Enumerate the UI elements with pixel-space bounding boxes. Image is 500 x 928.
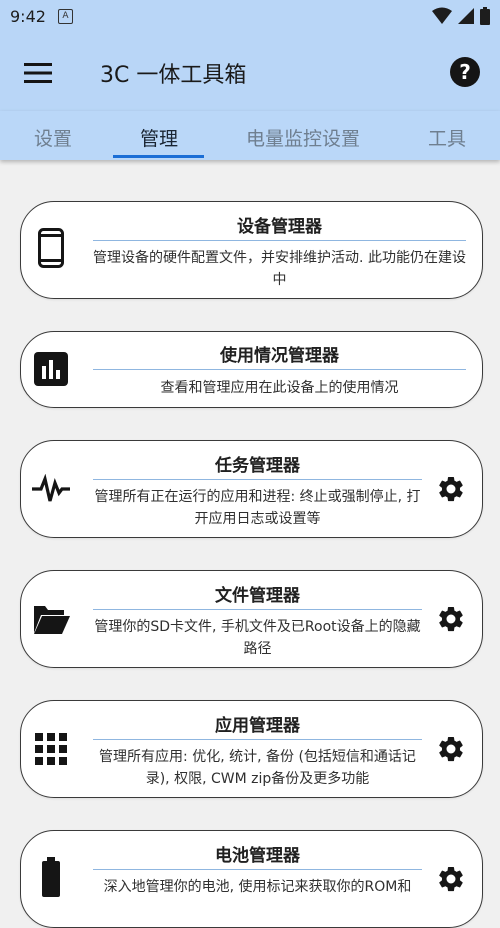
file-manager-card[interactable]: 文件管理器 管理你的SD卡文件, 手机文件及已Root设备上的隐藏路径 [20, 570, 483, 668]
tab-bar: 设置 管理 电量监控设置 工具 [0, 111, 500, 160]
card-title: 设备管理器 [237, 217, 322, 237]
card-title: 应用管理器 [215, 716, 300, 736]
app-title: 3C 一体工具箱 [100, 63, 247, 88]
active-tab-indicator [113, 155, 204, 158]
pulse-icon [31, 469, 71, 509]
card-description: 管理所有应用: 优化, 统计, 备份 (包括短信和通话记录), 权限, CWM … [99, 749, 416, 787]
status-time: 9:42 [10, 7, 46, 26]
menu-icon[interactable] [24, 62, 52, 84]
settings-gear-icon[interactable] [434, 862, 468, 896]
tab-settings[interactable]: 设置 [34, 124, 72, 151]
notification-a-icon: A [57, 9, 73, 24]
card-title: 电池管理器 [215, 846, 300, 866]
card-divider [93, 240, 466, 241]
battery-manager-card[interactable]: 电池管理器 深入地管理你的电池, 使用标记来获取你的ROM和 [20, 830, 483, 928]
signal-icon [458, 8, 474, 24]
card-divider [93, 739, 422, 740]
app-manager-card[interactable]: 应用管理器 管理所有应用: 优化, 统计, 备份 (包括短信和通话记录), 权限… [20, 700, 483, 798]
tab-manage[interactable]: 管理 [140, 124, 178, 151]
card-title: 任务管理器 [215, 456, 300, 476]
status-icons [432, 7, 490, 25]
app-bar: 3C 一体工具箱 ? [0, 33, 500, 111]
manager-list: 设备管理器 管理设备的硬件配置文件，并安排维护活动. 此功能仍在建设中 使用情况… [0, 160, 500, 928]
grid-icon [31, 729, 71, 769]
status-bar: 9:42 A [0, 0, 500, 33]
battery-icon [480, 7, 490, 25]
usage-manager-card[interactable]: 使用情况管理器 查看和管理应用在此设备上的使用情况 [20, 331, 483, 408]
tab-power-monitor-settings[interactable]: 电量监控设置 [246, 124, 360, 151]
card-description: 管理你的SD卡文件, 手机文件及已Root设备上的隐藏路径 [94, 619, 421, 657]
phone-icon [31, 228, 71, 268]
card-divider [93, 369, 466, 370]
card-description: 管理所有正在运行的应用和进程: 终止或强制停止, 打开应用日志或设置等 [94, 489, 421, 527]
folder-icon [31, 599, 71, 639]
settings-gear-icon[interactable] [434, 732, 468, 766]
battery-icon [31, 857, 71, 897]
help-icon[interactable]: ? [450, 57, 480, 87]
card-divider [93, 609, 422, 610]
card-description: 查看和管理应用在此设备上的使用情况 [160, 380, 399, 396]
card-title: 使用情况管理器 [220, 346, 339, 366]
tab-tools[interactable]: 工具 [428, 124, 466, 151]
settings-gear-icon[interactable] [434, 472, 468, 506]
settings-gear-icon[interactable] [434, 602, 468, 636]
bar-chart-icon [31, 349, 71, 389]
device-manager-card[interactable]: 设备管理器 管理设备的硬件配置文件，并安排维护活动. 此功能仍在建设中 [20, 201, 483, 299]
task-manager-card[interactable]: 任务管理器 管理所有正在运行的应用和进程: 终止或强制停止, 打开应用日志或设置… [20, 440, 483, 538]
card-divider [93, 869, 422, 870]
wifi-icon [432, 7, 452, 24]
card-description: 深入地管理你的电池, 使用标记来获取你的ROM和 [103, 879, 412, 895]
card-divider [93, 479, 422, 480]
card-title: 文件管理器 [215, 586, 300, 606]
card-description: 管理设备的硬件配置文件，并安排维护活动. 此功能仍在建设中 [93, 250, 466, 288]
